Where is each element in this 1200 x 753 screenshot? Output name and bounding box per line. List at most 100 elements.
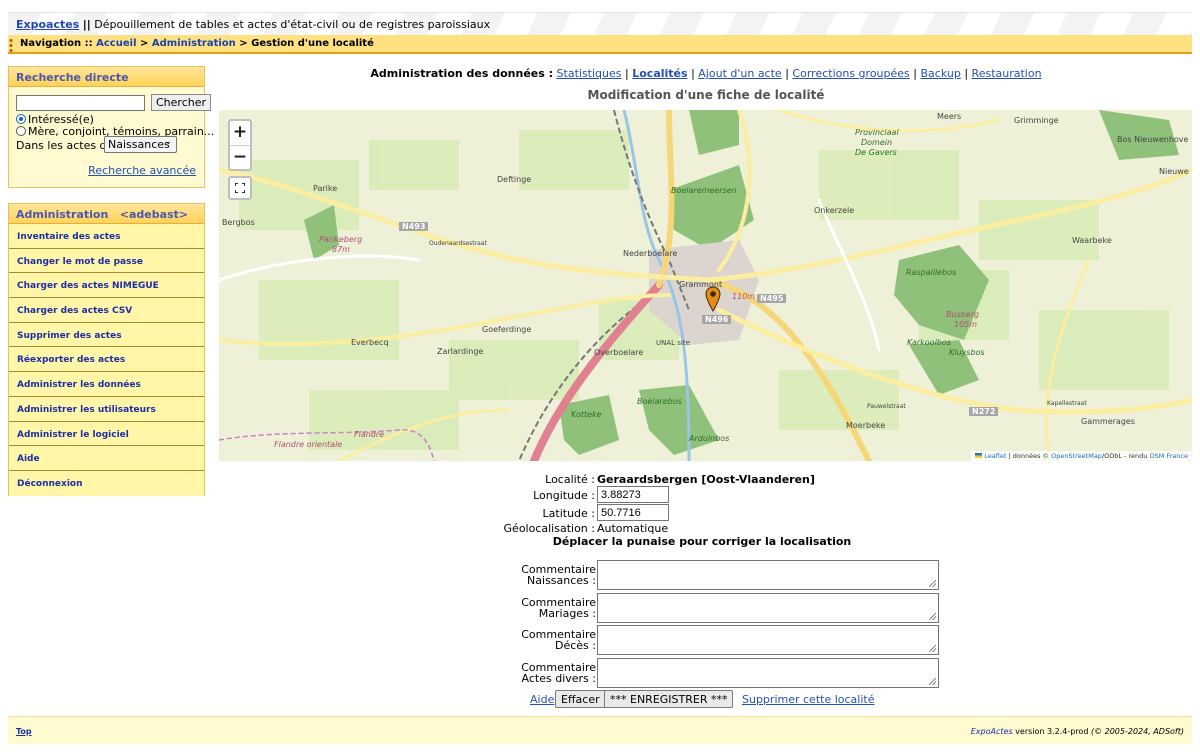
radio-unselected-icon[interactable]: [16, 126, 26, 136]
map-label: Parike: [313, 184, 338, 193]
breadcrumb-home-link[interactable]: Accueil: [96, 38, 136, 49]
acts-type-select[interactable]: Naissances ⌄: [104, 136, 177, 153]
brand-link[interactable]: Expoactes: [16, 18, 79, 31]
map-label: Everbecq: [351, 338, 389, 347]
map-label: Flandre orientale: [274, 440, 343, 449]
locality-label: Localité :: [545, 473, 595, 486]
link-backup[interactable]: Backup: [921, 67, 961, 80]
zoom-control: + −: [228, 119, 252, 171]
link-separator: |: [625, 67, 629, 80]
map-attribution: Leaflet | données © OpenStreetMap/ODbL -…: [971, 451, 1192, 461]
map-label: Bos Nieuwenhove: [1117, 135, 1189, 144]
comment-label-line: Naissances :: [527, 574, 596, 587]
road-shield: N493: [399, 222, 429, 231]
comment-deaths-label: Commentaire Décès :: [490, 629, 596, 651]
map-label: Arduinbos: [689, 434, 730, 443]
menu-item-logout[interactable]: Déconnexion: [9, 470, 204, 496]
link-separator: |: [691, 67, 695, 80]
menu-item-load-nimegue[interactable]: Charger des actes NIMEGUE: [9, 273, 204, 299]
longitude-input[interactable]: [597, 486, 669, 503]
top-link[interactable]: Top: [16, 727, 32, 736]
zoom-in-button[interactable]: +: [230, 121, 250, 145]
menu-item-reexport[interactable]: Réexporter des actes: [9, 347, 204, 373]
comment-births-label: Commentaire Naissances :: [490, 564, 596, 586]
osm-link[interactable]: OpenStreetMap: [1051, 452, 1102, 460]
map-label: 87m: [332, 245, 350, 254]
link-restore[interactable]: Restauration: [972, 67, 1042, 80]
map-label: Parikeberg: [319, 235, 363, 244]
breadcrumb: Navigation :: Accueil > Administration >…: [8, 35, 1192, 54]
leaflet-link[interactable]: Leaflet: [984, 452, 1006, 460]
menu-item-admin-users[interactable]: Administrer les utilisateurs: [9, 396, 204, 422]
map-label: Deftinge: [497, 175, 532, 184]
map-pin-icon[interactable]: [705, 286, 721, 312]
link-statistics[interactable]: Statistiques: [557, 67, 622, 80]
map-label: De Gavers: [855, 148, 897, 157]
link-add-act[interactable]: Ajout d'un acte: [698, 67, 781, 80]
map-label: Raspaillebos: [906, 268, 957, 277]
map-label: Moerbeke: [846, 421, 886, 430]
map-label: Karkoolbos: [907, 338, 951, 347]
map-label: Flandre: [354, 430, 385, 439]
header-separator: ||: [82, 18, 91, 31]
comment-marriages-textarea[interactable]: [597, 593, 939, 623]
road-shield: N495: [757, 294, 787, 303]
delete-locality-link[interactable]: Supprimer cette localité: [742, 693, 874, 706]
breadcrumb-label: Navigation ::: [20, 38, 93, 49]
map-label: 110m: [732, 292, 756, 301]
comment-misc-label: Commentaire Actes divers :: [490, 662, 596, 684]
pin-hint: Déplacer la punaise pour corriger la loc…: [552, 535, 852, 548]
osmfr-link[interactable]: OSM France: [1149, 452, 1188, 460]
breadcrumb-current: Gestion d'une localité: [251, 38, 374, 49]
menu-item-inventory[interactable]: Inventaire des actes: [9, 224, 204, 249]
admin-links-label: Administration des données :: [370, 67, 554, 80]
zoom-out-button[interactable]: −: [230, 145, 250, 169]
link-localities[interactable]: Localités: [632, 67, 687, 80]
geolocation-label: Géolocalisation :: [503, 522, 595, 535]
latitude-input[interactable]: [597, 504, 669, 521]
search-panel: Recherche directe Chercher Intéressé(e) …: [8, 66, 214, 188]
map-label: Bergbos: [222, 218, 255, 227]
comment-misc-textarea[interactable]: [597, 658, 939, 688]
footer-version: ExpoActes version 3.2.4-prod (© 2005-202…: [971, 727, 1184, 736]
map-label: Nieuwe: [1159, 167, 1189, 176]
link-separator: |: [785, 67, 789, 80]
menu-item-load-csv[interactable]: Charger des actes CSV: [9, 298, 204, 323]
fullscreen-button[interactable]: [228, 176, 252, 200]
copyright-text: (© 2005-2024, ADSoft): [1090, 727, 1184, 736]
attribution-text: /ODbL - rendu: [1101, 452, 1148, 460]
comment-deaths-textarea[interactable]: [597, 625, 939, 655]
map-label: Kotteke: [571, 410, 602, 419]
admin-title: Administration: [16, 208, 109, 221]
save-button[interactable]: *** ENREGISTRER ***: [604, 690, 734, 708]
map-label: Onkerzele: [814, 206, 855, 215]
advanced-search-link[interactable]: Recherche avancée: [88, 164, 196, 177]
map-label: Zarlardinge: [437, 347, 484, 356]
locality-value: Geraardsbergen [Oost-Vlaanderen]: [597, 473, 815, 486]
menu-item-delete-acts[interactable]: Supprimer des actes: [9, 322, 204, 348]
road-shield: N272: [969, 407, 999, 416]
comment-births-textarea[interactable]: [597, 560, 939, 590]
map-label: Pauwelstraat: [867, 403, 906, 410]
menu-item-admin-software[interactable]: Administrer le logiciel: [9, 421, 204, 447]
radio-selected-icon[interactable]: [16, 114, 26, 124]
menu-item-help[interactable]: Aide: [9, 446, 204, 471]
flag-icon: [975, 453, 983, 458]
acts-type-label: Dans les actes de: [16, 139, 114, 152]
app-link[interactable]: ExpoActes: [971, 727, 1013, 736]
map-label: Gammerages: [1081, 417, 1135, 426]
breadcrumb-admin-link[interactable]: Administration: [152, 38, 236, 49]
link-grouped-corrections[interactable]: Corrections groupées: [792, 67, 909, 80]
menu-item-admin-data[interactable]: Administrer les données: [9, 372, 204, 397]
help-link[interactable]: Aide: [530, 693, 554, 706]
map-label: Waarbeke: [1072, 236, 1112, 245]
admin-panel-title: Administration <adebast>: [9, 204, 204, 224]
road-shield: N496: [702, 315, 732, 324]
acts-type-selected: Naissances: [108, 138, 170, 151]
clear-button[interactable]: Effacer: [555, 690, 606, 708]
map[interactable]: + − Meers Grimminge Provinciaal Domein D…: [219, 110, 1192, 461]
menu-item-change-password[interactable]: Changer le mot de passe: [9, 248, 204, 274]
dots-icon: [9, 38, 13, 52]
geolocation-value: Automatique: [597, 522, 669, 535]
version-text: version 3.2.4-prod: [1015, 727, 1089, 736]
